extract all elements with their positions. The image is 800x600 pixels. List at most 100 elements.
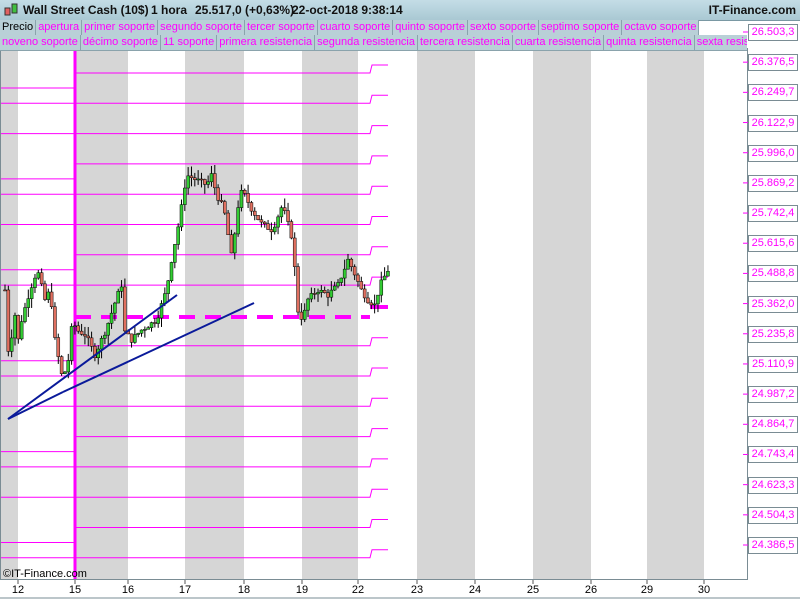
day-band [647,48,704,580]
candle-body [33,277,37,288]
candle-body [309,293,314,300]
y-tick-label: 25.362,0 [748,295,798,313]
x-tick-label: 23 [410,584,424,596]
candle-body [209,173,214,183]
day-bands [0,48,704,580]
candle-body [146,327,150,330]
indicator-tab[interactable]: primera resistencia [217,35,316,51]
candle-body [216,187,220,201]
y-tick-label: 24.743,4 [748,446,798,464]
last-price: 25.517,0 (+0,63%) [195,3,295,17]
y-tick-label: 26.376,5 [748,54,798,72]
candle-body [379,279,384,296]
candle-body [213,173,217,189]
price-chart[interactable] [0,0,800,600]
candle-body [253,210,257,216]
candle-body [196,178,200,181]
brand: IT-Finance.com [708,3,796,17]
indicator-tabs-row1: Precio apertura primer soporte segundo sopo… [0,20,700,36]
indicator-tab[interactable]: tercer soporte [245,20,318,36]
candle-body [206,181,210,185]
candle-body [369,302,374,306]
instrument-name: Wall Street Cash (10$) [23,3,149,17]
y-tick-label: 24.504,3 [748,506,798,524]
candle-body [272,226,277,233]
x-tick-label: 19 [295,584,309,596]
y-tick-label: 24.386,5 [748,537,798,554]
candle-body [49,291,54,307]
candle-body [123,286,127,332]
indicator-tab[interactable]: sexta resis [694,35,747,51]
candle-body [279,207,284,218]
candle-body [186,175,190,189]
indicator-tab[interactable]: Precio [0,20,37,36]
candle-body [149,322,154,328]
candle-body [292,237,297,267]
candle-body [276,216,280,228]
candle-body [346,258,350,270]
candle-body [63,371,67,374]
candle-body [173,244,177,263]
candle-body [246,193,250,203]
candle-body [299,311,304,320]
candle-body [109,312,114,324]
x-tick-label: 12 [11,584,25,596]
candle-body [19,321,24,340]
candle-body [59,356,64,374]
candle-body [46,291,51,300]
candle-body [372,303,377,306]
candle-body [86,335,90,339]
candle-body [236,207,240,235]
indicator-tab[interactable]: segundo soporte [158,20,246,36]
x-tick-label: 22 [351,584,365,596]
indicator-tabs-row2: noveno soporte décimo soporte 11 soporte pr… [0,35,747,51]
candle-body [339,277,344,283]
day-band [533,48,591,580]
candle-body [53,306,57,338]
indicator-tab[interactable]: octavo soporte [622,20,700,36]
candle-body [259,219,264,223]
y-tick-label: 24.864,7 [748,416,798,434]
candle-body [376,294,380,305]
candle-body [13,315,17,339]
candle-body [386,270,390,277]
candle-body [302,309,307,320]
candle-body [116,291,120,304]
y-tick-label: 24.623,3 [748,476,798,494]
indicator-tab[interactable]: noveno soporte [0,35,81,51]
indicator-tab[interactable]: cuarto soporte [317,20,394,36]
indicator-tab[interactable]: sexto soporte [467,20,540,36]
candle-body [99,338,104,350]
indicator-tab[interactable]: septimo soporte [539,20,623,36]
indicator-tab[interactable]: quinta resistencia [604,35,695,51]
timeframe[interactable]: 1 hora [151,3,187,17]
candle-body [362,288,367,299]
y-tick-label: 25.235,8 [748,325,798,343]
candle-body [143,329,147,331]
indicator-tab[interactable]: segunda resistencia [315,35,418,51]
candle-body [169,262,174,282]
candle-body [356,274,360,282]
indicator-tab[interactable]: cuarta resistencia [512,35,605,51]
candle-body [129,333,134,343]
candle-body [176,226,180,245]
candle-body [106,323,110,336]
x-tick-label: 29 [640,584,654,596]
candle-body [306,298,310,311]
indicator-tab[interactable]: apertura [36,20,83,36]
y-tick-label: 25.110,9 [748,355,798,373]
y-tick-label: 24.987,2 [748,386,798,404]
candle-body [332,285,337,291]
candle-body [329,289,334,298]
indicator-tab[interactable]: tercera resistencia [418,35,513,51]
indicator-tab[interactable]: primer soporte [82,20,159,36]
y-tick-label: 25.869,2 [748,174,798,192]
indicator-tab[interactable]: décimo soporte [80,35,162,51]
indicator-tab[interactable]: 11 soporte [161,35,218,51]
candle-body [262,221,267,224]
candle-body [26,298,31,308]
indicator-tab[interactable]: quinto soporte [393,20,468,36]
candle-body [223,201,227,214]
y-tick-label: 26.122,9 [748,114,798,132]
candle-body [366,297,370,304]
